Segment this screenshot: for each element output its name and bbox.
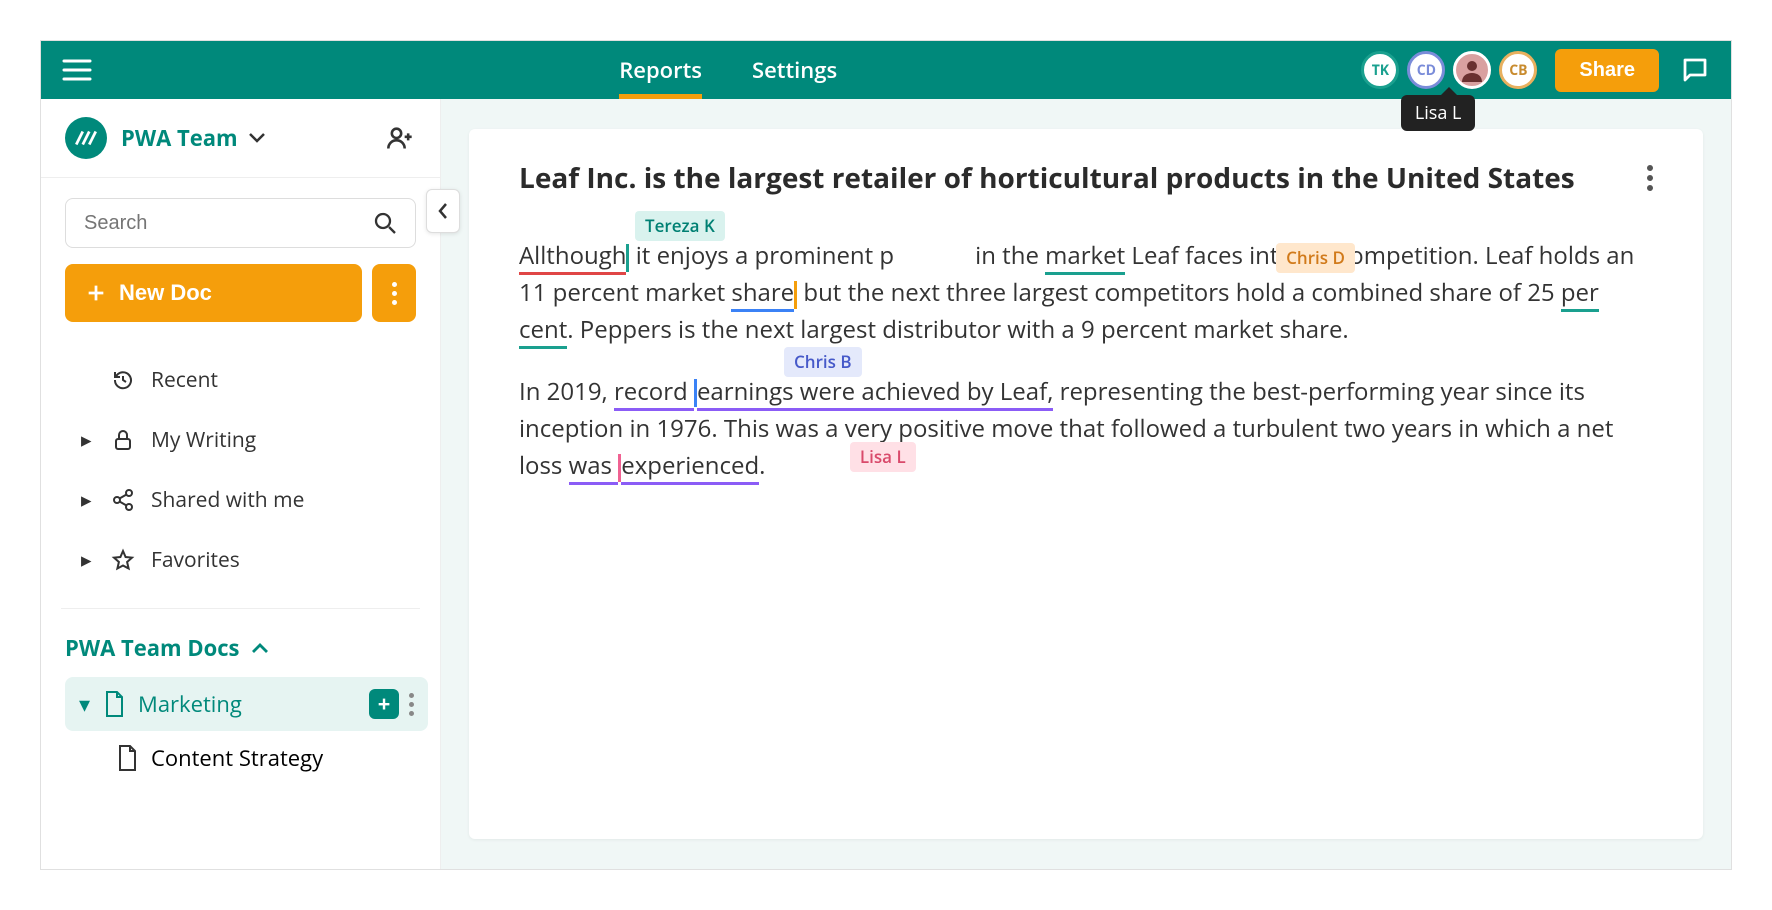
workspace-name: PWA Team (121, 123, 370, 153)
new-doc-label: New Doc (119, 280, 212, 306)
grammar-hint[interactable]: market (1045, 239, 1125, 275)
doc-tree: ▾ Marketing + Content Strategy (41, 677, 440, 785)
tree-item-menu[interactable] (409, 693, 414, 716)
kebab-icon (392, 282, 397, 305)
chevron-up-icon (251, 642, 269, 654)
style-hint[interactable]: was (569, 449, 619, 485)
paragraph-1[interactable]: Allthough Tereza K it enjoys a prominent… (519, 237, 1653, 349)
document-icon (115, 744, 139, 772)
text-run: . Peppers is the next largest distributo… (567, 313, 1348, 346)
document-header: Leaf Inc. is the largest retailer of hor… (519, 159, 1653, 197)
chevron-down-icon (248, 132, 266, 144)
top-bar: Reports Settings TK CD CB Lisa L Share (41, 41, 1731, 99)
hamburger-menu-icon[interactable] (59, 52, 95, 88)
spelling-error[interactable]: Allthough (519, 239, 626, 275)
caret-right-icon: ▸ (81, 486, 95, 514)
section-team-docs[interactable]: PWA Team Docs (41, 619, 440, 677)
document-body[interactable]: Allthough Tereza K it enjoys a prominent… (519, 237, 1653, 484)
presence-avatars: TK CD CB Lisa L (1361, 51, 1537, 89)
plus-icon (85, 282, 107, 304)
new-doc-row: New Doc (41, 264, 440, 342)
tree-item-label: Marketing (138, 689, 242, 719)
sidebar-item-label: My Writing (151, 426, 256, 454)
document-icon (102, 690, 126, 718)
tree-item-marketing[interactable]: ▾ Marketing + (65, 677, 428, 731)
sidebar-item-my-writing[interactable]: ▸ My Writing (61, 410, 420, 470)
comments-icon[interactable] (1677, 52, 1713, 88)
caret-down-icon: ▾ (79, 689, 90, 719)
document-title[interactable]: Leaf Inc. is the largest retailer of hor… (519, 159, 1627, 197)
caret-right-icon: ▸ (81, 426, 95, 454)
sidebar-item-shared[interactable]: ▸ Shared with me (61, 470, 420, 530)
style-hint[interactable]: earnings were achieved by Leaf, (697, 375, 1053, 411)
sidebar: PWA Team New Doc (41, 99, 441, 869)
add-child-button[interactable]: + (369, 689, 399, 719)
sidebar-item-label: Favorites (151, 546, 240, 574)
text-run: but the next three largest competitors h… (797, 276, 1561, 309)
workspace-logo-icon (65, 117, 107, 159)
tree-item-content-strategy[interactable]: Content Strategy (65, 731, 428, 785)
workspace-name-label: PWA Team (121, 123, 238, 153)
grammar-hint[interactable]: share (731, 276, 794, 312)
add-member-icon[interactable] (384, 122, 416, 154)
sidebar-item-favorites[interactable]: ▸ Favorites (61, 530, 420, 590)
paragraph-2[interactable]: In 2019, record earnings were achieved b… (519, 373, 1653, 485)
text-run: In 2019, (519, 375, 614, 408)
nav-reports[interactable]: Reports (619, 41, 702, 99)
collapse-sidebar-button[interactable] (426, 189, 460, 233)
presence-tag-tereza: Tereza K (635, 211, 725, 241)
cursor-tereza (626, 244, 629, 272)
style-hint[interactable]: record (614, 375, 694, 411)
text-run: . (759, 449, 765, 482)
sidebar-nav: Recent ▸ My Writing ▸ Shared with me ▸ F… (41, 342, 440, 598)
search-input-wrapper[interactable] (65, 198, 416, 248)
body-region: PWA Team New Doc (41, 99, 1731, 869)
style-hint[interactable]: experienced (621, 449, 759, 485)
presence-tag-chrisd: Chris D (1276, 243, 1355, 273)
sidebar-item-recent[interactable]: Recent (61, 350, 420, 410)
new-doc-button[interactable]: New Doc (65, 264, 362, 322)
presence-tag-chrisb: Chris B (784, 347, 862, 377)
clock-icon (111, 368, 135, 392)
app-window: Reports Settings TK CD CB Lisa L Share (40, 40, 1732, 870)
presence-tag-lisal: Lisa L (850, 442, 916, 472)
tree-item-actions: + (369, 689, 414, 719)
nav-settings[interactable]: Settings (752, 41, 837, 99)
lock-icon (111, 428, 135, 452)
caret-right-icon: ▸ (81, 546, 95, 574)
share-button[interactable]: Share (1555, 49, 1659, 92)
document-card: Leaf Inc. is the largest retailer of hor… (469, 129, 1703, 839)
main-area: Leaf Inc. is the largest retailer of hor… (441, 99, 1731, 869)
search-icon (373, 211, 397, 235)
avatar-tk[interactable]: TK (1361, 51, 1399, 89)
search-input[interactable] (84, 212, 373, 235)
star-icon (111, 548, 135, 572)
share-icon (111, 488, 135, 512)
sidebar-item-label: Recent (151, 366, 218, 394)
tree-item-label: Content Strategy (151, 743, 323, 773)
avatar-cd[interactable]: CD (1407, 51, 1445, 89)
workspace-switcher[interactable]: PWA Team (41, 99, 440, 178)
avatar-cb[interactable]: CB (1499, 51, 1537, 89)
chevron-left-icon (436, 202, 450, 220)
sidebar-item-label: Shared with me (151, 486, 304, 514)
new-doc-menu-button[interactable] (372, 264, 416, 322)
avatar-tooltip: Lisa L (1401, 95, 1476, 131)
section-label: PWA Team Docs (65, 633, 239, 663)
text-run: in the (969, 239, 1045, 272)
text-run: it enjoys a prominent p (636, 239, 894, 272)
top-nav: Reports Settings (113, 41, 1343, 99)
document-menu-button[interactable] (1647, 165, 1653, 191)
avatar-lisa[interactable] (1453, 51, 1491, 89)
search-row (41, 178, 440, 264)
divider (61, 608, 420, 609)
